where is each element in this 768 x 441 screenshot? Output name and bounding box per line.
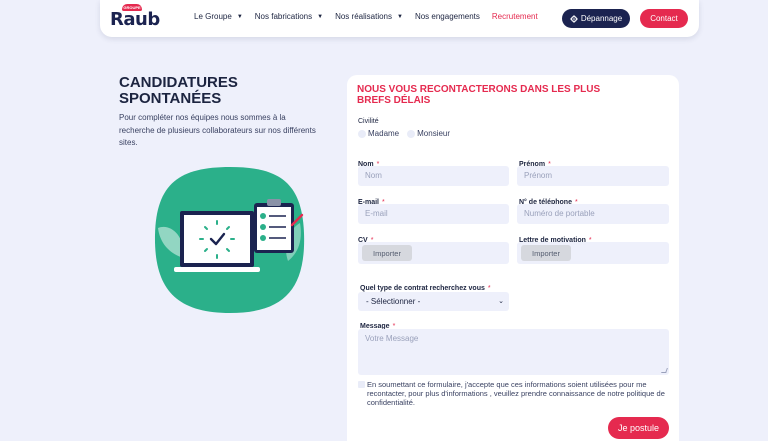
nav-item-recrutement[interactable]: Recrutement [492,12,538,21]
nav-item-label: Nos réalisations [335,12,392,21]
contrat-label-text: Quel type de contrat recherchez vous [360,285,485,292]
chevron-down-icon: ⌄ [498,298,504,305]
motivation-upload-field: Importer [517,242,669,264]
required-mark: * [487,285,491,292]
caret-down-icon: ▼ [236,13,243,20]
civilite-radio-group: Madame Monsieur [358,129,458,138]
caret-down-icon: ▼ [317,13,324,20]
consent-text: En soumettant ce formulaire, j'accepte q… [367,380,665,407]
message-placeholder: Votre Message [365,334,419,343]
caret-down-icon: ▼ [397,13,403,20]
raub-logo[interactable]: GROUPE Raub [110,4,160,32]
main-nav: Le Groupe ▼ Nos fabrications ▼ Nos réali… [194,12,550,21]
nav-item-label: Nos fabrications [254,12,313,21]
contrat-select[interactable]: - Sélectionner - ⌄ [358,292,509,311]
submit-button[interactable]: Je postule [608,417,669,439]
cv-import-button[interactable]: Importer [362,245,412,261]
motivation-import-button[interactable]: Importer [521,245,571,261]
radio-monsieur-label[interactable]: Monsieur [417,129,450,138]
nav-item-nos-realisations[interactable]: Nos réalisations ▼ [335,12,403,21]
submit-label: Je postule [617,423,660,433]
contrat-label: Quel type de contrat recherchez vous * [360,285,491,292]
page-intro: Pour compléter nos équipes nous sommes à… [119,113,316,147]
form-heading: NOUS VOUS RECONTACTERONS DANS LES PLUS B… [357,84,601,106]
application-form-card: NOUS VOUS RECONTACTERONS DANS LES PLUS B… [347,75,679,441]
recruitment-illustration [150,163,310,318]
nom-input[interactable]: Nom [358,166,509,186]
telephone-input[interactable]: Numéro de portable [517,204,669,224]
consent-checkbox[interactable] [358,381,365,388]
email-input[interactable]: E-mail [358,204,509,224]
message-textarea[interactable]: Votre Message [358,329,669,375]
cv-upload-field: Importer [358,242,509,264]
resize-handle-icon[interactable] [661,368,668,373]
site-header: GROUPE Raub Le Groupe ▼ Nos fabrications… [100,0,699,37]
civilite-label: Civilité [358,118,379,125]
nav-item-label: Nos engagements [414,12,480,21]
contrat-selected-value: - Sélectionner - [366,297,421,306]
depannage-button[interactable]: Dépannage [562,9,630,28]
radio-madame[interactable] [358,129,366,138]
civilite-label-text: Civilité [358,118,379,125]
page-title: CANDIDATURES SPONTANÉES [119,74,238,107]
nav-item-nos-engagements[interactable]: Nos engagements [415,12,480,21]
contact-button[interactable]: Contact [640,9,688,28]
nav-item-label: Le Groupe [194,12,232,21]
contact-label: Contact [650,14,678,23]
radio-madame-label[interactable]: Madame [368,129,399,138]
nav-item-le-groupe[interactable]: Le Groupe ▼ [194,12,243,21]
logo-text: Raub [110,9,160,30]
prenom-input[interactable]: Prénom [517,166,669,186]
nav-item-label: Recrutement [491,12,538,21]
nav-item-nos-fabrications[interactable]: Nos fabrications ▼ [255,12,323,21]
gear-icon [570,14,578,23]
depannage-label: Dépannage [580,14,623,23]
radio-monsieur[interactable] [407,129,416,138]
